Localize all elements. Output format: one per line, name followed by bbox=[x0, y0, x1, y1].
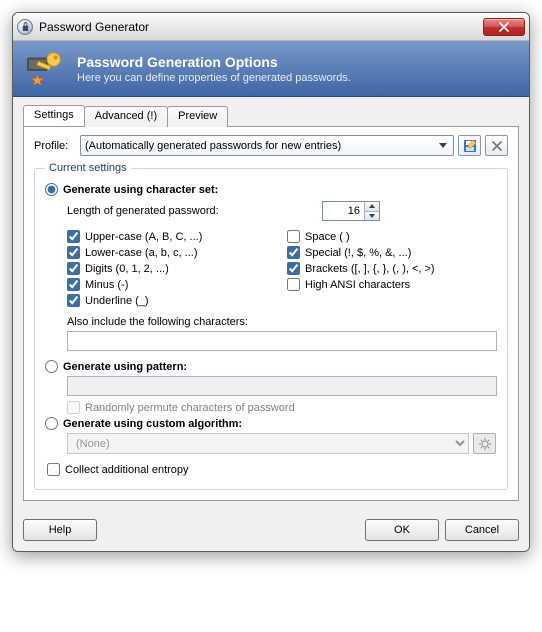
profile-selected-text: (Automatically generated passwords for n… bbox=[85, 140, 341, 152]
also-include-label: Also include the following characters: bbox=[67, 316, 497, 328]
tab-settings[interactable]: Settings bbox=[23, 105, 85, 126]
charset-options: Length of generated password: bbox=[67, 201, 497, 351]
algo-settings-button bbox=[473, 433, 496, 454]
mode-pattern-radio[interactable] bbox=[45, 360, 58, 373]
lbl-lower[interactable]: Lower-case (a, b, c, ...) bbox=[85, 247, 197, 259]
lbl-permute: Randomly permute characters of password bbox=[85, 402, 295, 414]
banner: Password Generation Options Here you can… bbox=[13, 41, 529, 97]
chk-permute bbox=[67, 401, 80, 414]
close-button[interactable] bbox=[483, 18, 525, 36]
mode-pattern-row: Generate using pattern: bbox=[45, 360, 497, 373]
mode-charset-radio[interactable] bbox=[45, 183, 58, 196]
length-input[interactable] bbox=[323, 204, 363, 218]
lbl-underline[interactable]: Underline (_) bbox=[85, 295, 149, 307]
banner-title: Password Generation Options bbox=[77, 54, 351, 70]
tab-advanced[interactable]: Advanced (!) bbox=[84, 106, 168, 127]
mode-charset-label[interactable]: Generate using character set: bbox=[63, 184, 218, 196]
tab-preview[interactable]: Preview bbox=[167, 106, 228, 127]
tab-strip: Settings Advanced (!) Preview bbox=[23, 105, 519, 126]
delete-profile-button[interactable] bbox=[485, 135, 508, 156]
length-label: Length of generated password: bbox=[67, 205, 322, 217]
mode-pattern-label[interactable]: Generate using pattern: bbox=[63, 361, 187, 373]
group-legend: Current settings bbox=[45, 162, 131, 174]
chk-lower[interactable] bbox=[67, 246, 80, 259]
ok-button[interactable]: OK bbox=[365, 519, 439, 541]
spin-up-button[interactable] bbox=[365, 202, 379, 212]
chk-space[interactable] bbox=[287, 230, 300, 243]
banner-text: Password Generation Options Here you can… bbox=[77, 54, 351, 84]
chk-digits[interactable] bbox=[67, 262, 80, 275]
lbl-minus[interactable]: Minus (-) bbox=[85, 279, 128, 291]
help-button[interactable]: Help bbox=[23, 519, 97, 541]
lbl-special[interactable]: Special (!, $, %, &, ...) bbox=[305, 247, 411, 259]
chk-brackets[interactable] bbox=[287, 262, 300, 275]
chk-upper[interactable] bbox=[67, 230, 80, 243]
lbl-digits[interactable]: Digits (0, 1, 2, ...) bbox=[85, 263, 169, 275]
length-spinner[interactable] bbox=[322, 201, 380, 221]
profile-row: Profile: (Automatically generated passwo… bbox=[34, 135, 508, 156]
mode-algo-row: Generate using custom algorithm: bbox=[45, 417, 497, 430]
tab-panel-settings: Profile: (Automatically generated passwo… bbox=[23, 126, 519, 501]
profile-select[interactable]: (Automatically generated passwords for n… bbox=[80, 135, 454, 156]
also-include-input[interactable] bbox=[67, 331, 497, 351]
pattern-block: Randomly permute characters of password bbox=[67, 376, 497, 414]
chk-special[interactable] bbox=[287, 246, 300, 259]
chk-ansi[interactable] bbox=[287, 278, 300, 291]
lbl-entropy[interactable]: Collect additional entropy bbox=[65, 464, 189, 476]
key-icon bbox=[25, 48, 67, 90]
cancel-button[interactable]: Cancel bbox=[445, 519, 519, 541]
chk-entropy[interactable] bbox=[47, 463, 60, 476]
pattern-input bbox=[67, 376, 497, 396]
dialog-window: Password Generator Password Generation O… bbox=[12, 12, 530, 552]
window-title: Password Generator bbox=[39, 20, 483, 34]
algo-select: (None) bbox=[67, 433, 469, 454]
tab-container: Settings Advanced (!) Preview Profile: (… bbox=[23, 105, 519, 501]
spin-down-button[interactable] bbox=[365, 212, 379, 221]
mode-charset-row: Generate using character set: bbox=[45, 183, 497, 196]
algo-block: (None) bbox=[67, 433, 497, 454]
content-area: Settings Advanced (!) Preview Profile: (… bbox=[13, 97, 529, 511]
mode-algo-radio[interactable] bbox=[45, 417, 58, 430]
app-icon bbox=[17, 19, 33, 35]
profile-label: Profile: bbox=[34, 140, 80, 152]
mode-algo-label[interactable]: Generate using custom algorithm: bbox=[63, 418, 242, 430]
chk-underline[interactable] bbox=[67, 294, 80, 307]
chk-minus[interactable] bbox=[67, 278, 80, 291]
lbl-brackets[interactable]: Brackets ([, ], {, }, (, ), <, >) bbox=[305, 263, 435, 275]
dialog-footer: Help OK Cancel bbox=[13, 511, 529, 551]
lbl-upper[interactable]: Upper-case (A, B, C, ...) bbox=[85, 231, 202, 243]
lbl-space[interactable]: Space ( ) bbox=[305, 231, 350, 243]
save-profile-button[interactable] bbox=[458, 135, 481, 156]
titlebar: Password Generator bbox=[13, 13, 529, 41]
lbl-ansi[interactable]: High ANSI characters bbox=[305, 279, 410, 291]
chevron-down-icon bbox=[435, 138, 451, 153]
current-settings-group: Current settings Generate using characte… bbox=[34, 162, 508, 490]
banner-subtitle: Here you can define properties of genera… bbox=[77, 72, 351, 84]
